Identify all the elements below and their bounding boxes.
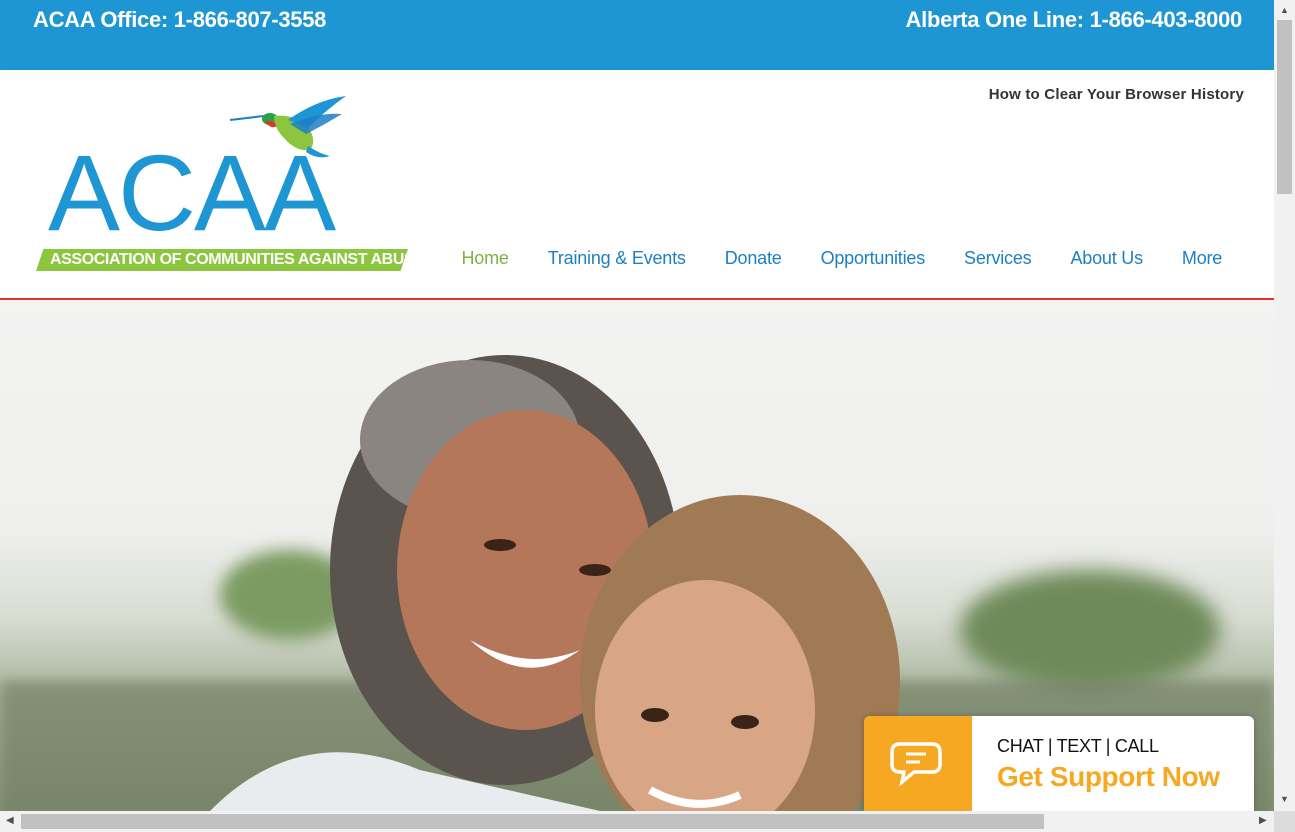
nav-more[interactable]: More [1162,248,1241,278]
horizontal-scrollbar[interactable]: ◀ ▶ [0,811,1274,832]
nav-opportunities[interactable]: Opportunities [801,248,944,278]
site-header: How to Clear Your Browser History ACAA A… [0,70,1274,300]
nav-services[interactable]: Services [945,248,1051,278]
nav-about-us[interactable]: About Us [1051,248,1162,278]
main-navigation: Home Training & Events Donate Opportunit… [442,248,1242,278]
acaa-logo[interactable]: ACAA ASSOCIATION OF COMMUNITIES AGAINST … [36,94,425,272]
horizontal-scroll-thumb[interactable] [21,814,1044,829]
scroll-down-icon[interactable]: ▼ [1280,794,1289,804]
scroll-right-icon[interactable]: ▶ [1259,815,1267,826]
scroll-left-icon[interactable]: ◀ [6,815,14,826]
scrollbar-corner [1274,811,1295,832]
logo-letters: ACAA [48,132,336,253]
logo-tagline: ASSOCIATION OF COMMUNITIES AGAINST ABUSE [50,251,425,268]
office-phone-link[interactable]: ACAA Office: 1-866-807-3558 [33,7,326,33]
vertical-scroll-thumb[interactable] [1277,20,1292,194]
vertical-scrollbar[interactable]: ▲ ▼ [1274,0,1295,811]
support-title: Get Support Now [997,761,1220,792]
nav-donate[interactable]: Donate [705,248,801,278]
clear-browser-history-link[interactable]: How to Clear Your Browser History [989,86,1244,103]
chat-bubbles-icon [890,742,942,787]
nav-home[interactable]: Home [442,248,528,278]
support-icon-box [864,716,972,811]
get-support-widget[interactable]: CHAT | TEXT | CALL Get Support Now [864,716,1254,811]
scroll-up-icon[interactable]: ▲ [1280,5,1289,15]
support-subtitle: CHAT | TEXT | CALL [997,736,1159,756]
nav-training-events[interactable]: Training & Events [528,248,705,278]
top-contact-bar: ACAA Office: 1-866-807-3558 Alberta One … [0,0,1274,70]
oneline-phone-link[interactable]: Alberta One Line: 1-866-403-8000 [906,7,1243,33]
